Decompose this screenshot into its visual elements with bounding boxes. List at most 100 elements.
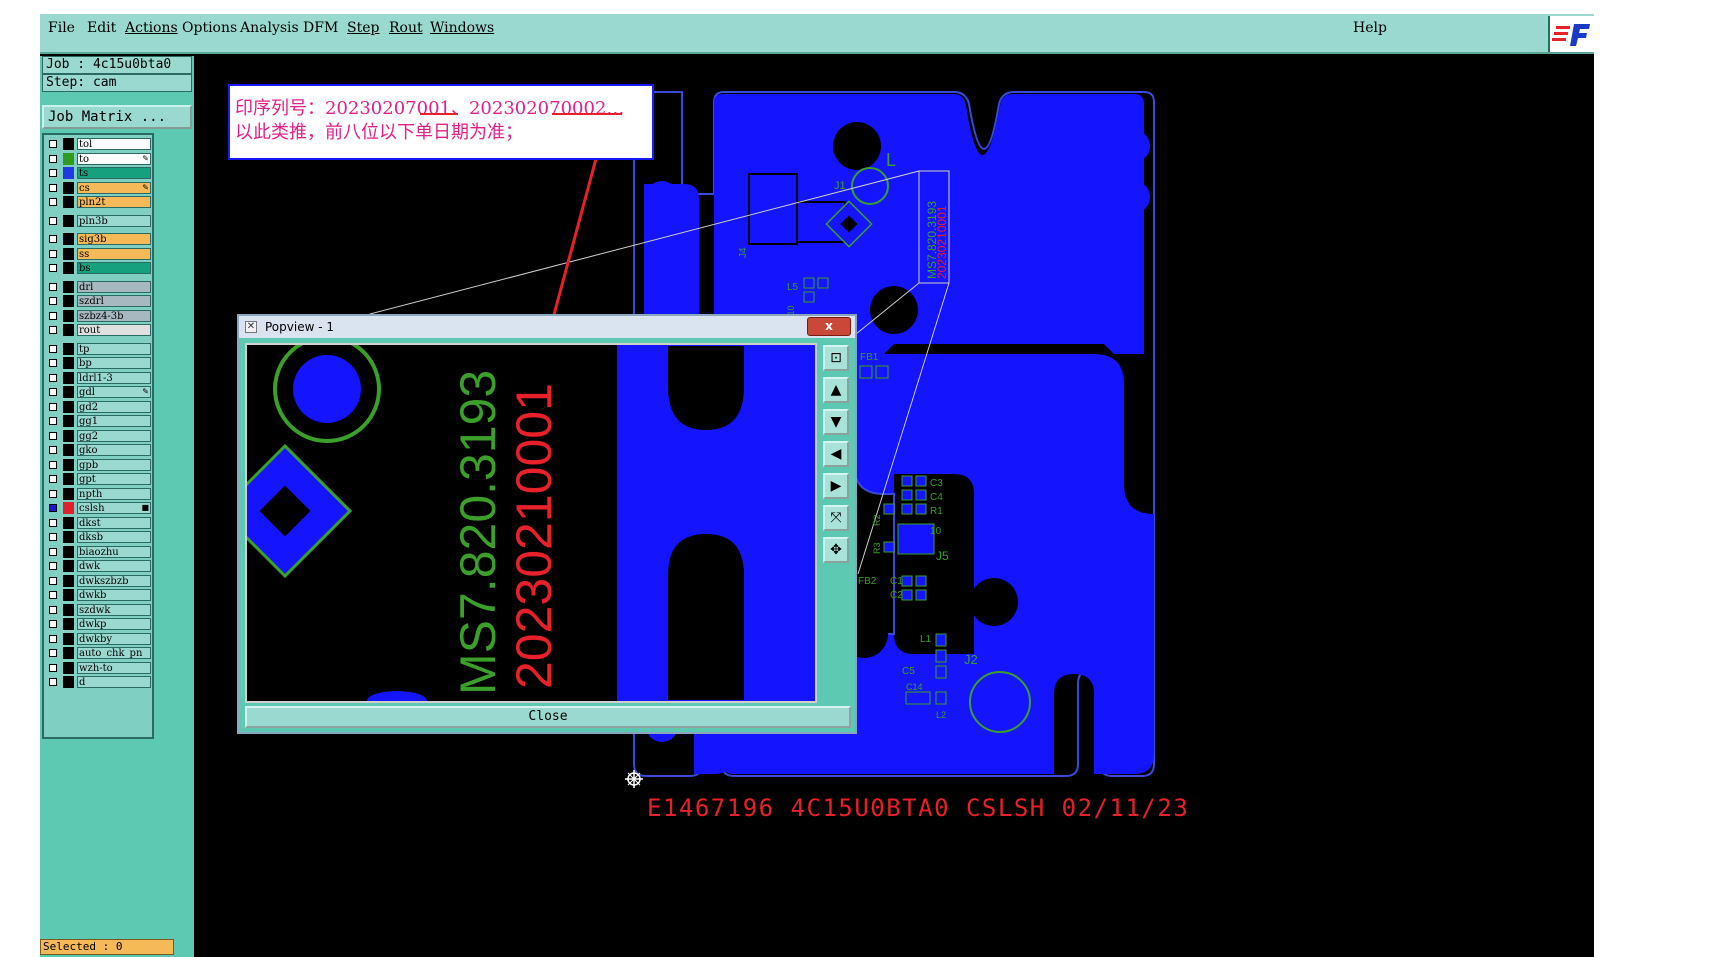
layer-name[interactable]: pln3b [77, 214, 151, 227]
layer-name[interactable]: dwkp [77, 618, 151, 630]
layer-name[interactable]: dwk [77, 560, 151, 572]
layer-checkbox[interactable] [49, 235, 57, 243]
layer-checkbox[interactable] [49, 562, 57, 570]
layer-name[interactable]: pln2t [77, 196, 151, 208]
popview-close-icon[interactable]: x [807, 317, 851, 336]
popview-titlebar[interactable]: ✕ Popview - 1 x [239, 316, 855, 338]
layer-row[interactable]: biaozhu [47, 545, 151, 559]
layer-row[interactable]: szdrl [47, 295, 151, 308]
layer-name[interactable]: gg1 [77, 415, 151, 427]
layer-checkbox[interactable] [49, 264, 57, 272]
layer-name[interactable]: d [77, 676, 151, 688]
layer-checkbox[interactable] [49, 446, 57, 454]
layer-row[interactable]: gpb [47, 458, 151, 472]
layer-name[interactable]: ss [77, 247, 151, 260]
layer-name[interactable]: to [77, 152, 151, 165]
layer-row[interactable]: szdwk [47, 603, 151, 617]
layer-name[interactable]: auto_chk_pn [77, 647, 151, 659]
layer-row[interactable]: ss [47, 247, 151, 261]
layer-name[interactable]: tp [77, 342, 151, 355]
layer-checkbox[interactable] [49, 282, 57, 291]
pan-down-icon[interactable]: ▼ [823, 409, 849, 435]
layer-row[interactable]: gko [47, 444, 151, 457]
layer-checkbox[interactable] [49, 518, 57, 527]
layer-checkbox[interactable] [49, 460, 57, 469]
layer-row[interactable]: gd2 [47, 400, 151, 414]
pan-up-icon[interactable]: ▲ [823, 377, 849, 403]
zoom-fit-icon[interactable]: ⊡ [823, 345, 849, 371]
layer-name[interactable]: dwkb [77, 589, 151, 601]
layer-checkbox[interactable] [49, 620, 57, 628]
layer-row[interactable]: npth [47, 487, 151, 501]
layer-checkbox[interactable] [49, 504, 57, 512]
layer-checkbox[interactable] [49, 431, 57, 440]
layer-checkbox[interactable] [49, 417, 57, 425]
layer-row[interactable]: dwkby [47, 632, 151, 646]
layer-row[interactable]: tol [47, 138, 151, 151]
layer-name[interactable]: bp [77, 357, 151, 369]
layer-row[interactable]: dwkszbzb [47, 574, 151, 588]
layer-checkbox[interactable] [49, 140, 57, 148]
layer-checkbox[interactable] [49, 489, 57, 498]
menu-edit[interactable]: Edit [87, 20, 116, 36]
menu-actions[interactable]: Actions [125, 20, 178, 36]
menu-options[interactable]: Options [182, 20, 237, 36]
layer-checkbox[interactable] [49, 198, 57, 206]
layer-checkbox[interactable] [49, 678, 57, 686]
layer-checkbox[interactable] [49, 326, 57, 334]
layer-name[interactable]: gg2 [77, 429, 151, 442]
layer-name[interactable]: cslsh [77, 502, 151, 514]
layer-checkbox[interactable] [49, 249, 57, 258]
menu-dfm[interactable]: DFM [303, 20, 338, 36]
layer-row[interactable]: gg1 [47, 415, 151, 428]
layer-row[interactable]: auto_chk_pn [47, 647, 151, 660]
layer-checkbox[interactable] [49, 311, 57, 320]
layer-name[interactable]: szdrl [77, 295, 151, 307]
layer-name[interactable]: dwkszbzb [77, 574, 151, 587]
layer-name[interactable]: biaozhu [77, 545, 151, 558]
layer-checkbox[interactable] [49, 388, 57, 396]
layer-name[interactable]: ldrl1-3 [77, 371, 151, 384]
layer-row[interactable]: ts [47, 167, 151, 180]
layer-name[interactable]: npth [77, 487, 151, 500]
layer-name[interactable]: tol [77, 138, 151, 150]
layer-name[interactable]: wzh-to [77, 661, 151, 674]
layer-checkbox[interactable] [49, 359, 57, 367]
menu-step[interactable]: Step [347, 20, 379, 36]
layer-row[interactable]: dwkp [47, 618, 151, 631]
layer-name[interactable]: dkst [77, 516, 151, 529]
layer-name[interactable]: gd2 [77, 400, 151, 413]
popview-close-button[interactable]: Close [245, 706, 851, 728]
job-matrix-button[interactable]: Job Matrix ... [42, 105, 192, 129]
layer-row[interactable]: drl [47, 280, 151, 294]
layer-name[interactable]: dwkby [77, 632, 151, 645]
layer-name[interactable]: szdwk [77, 603, 151, 616]
layer-checkbox[interactable] [49, 663, 57, 672]
layer-checkbox[interactable] [49, 649, 57, 657]
layer-checkbox[interactable] [49, 297, 57, 305]
layer-row[interactable]: wzh-to [47, 661, 151, 675]
layer-checkbox[interactable] [49, 475, 57, 483]
layer-row[interactable]: tp [47, 342, 151, 356]
layer-checkbox[interactable] [49, 216, 57, 225]
layer-name[interactable]: dksb [77, 531, 151, 543]
layer-checkbox[interactable] [49, 183, 57, 192]
pan-right-icon[interactable]: ▶ [823, 473, 849, 499]
layer-row[interactable]: d [47, 676, 151, 689]
layer-row[interactable]: ldrl1-3 [47, 371, 151, 385]
layer-row[interactable]: dkst [47, 516, 151, 530]
layer-checkbox[interactable] [49, 576, 57, 585]
layer-name[interactable]: szbz4-3b [77, 309, 151, 322]
layer-name[interactable]: cs [77, 181, 151, 194]
popview-zoom-canvas[interactable]: MS7.820.3193 20230210001 [245, 343, 817, 703]
layer-name[interactable]: rout [77, 324, 151, 336]
layer-checkbox[interactable] [49, 373, 57, 382]
layer-checkbox[interactable] [49, 344, 57, 353]
layer-row[interactable]: gg2 [47, 429, 151, 443]
layer-row[interactable]: dwk [47, 560, 151, 573]
layer-row[interactable]: gpt [47, 473, 151, 486]
layer-checkbox[interactable] [49, 634, 57, 643]
pan-left-icon[interactable]: ◀ [823, 441, 849, 467]
layer-name[interactable]: gdl [77, 386, 151, 398]
layer-name[interactable]: sig3b [77, 233, 151, 245]
